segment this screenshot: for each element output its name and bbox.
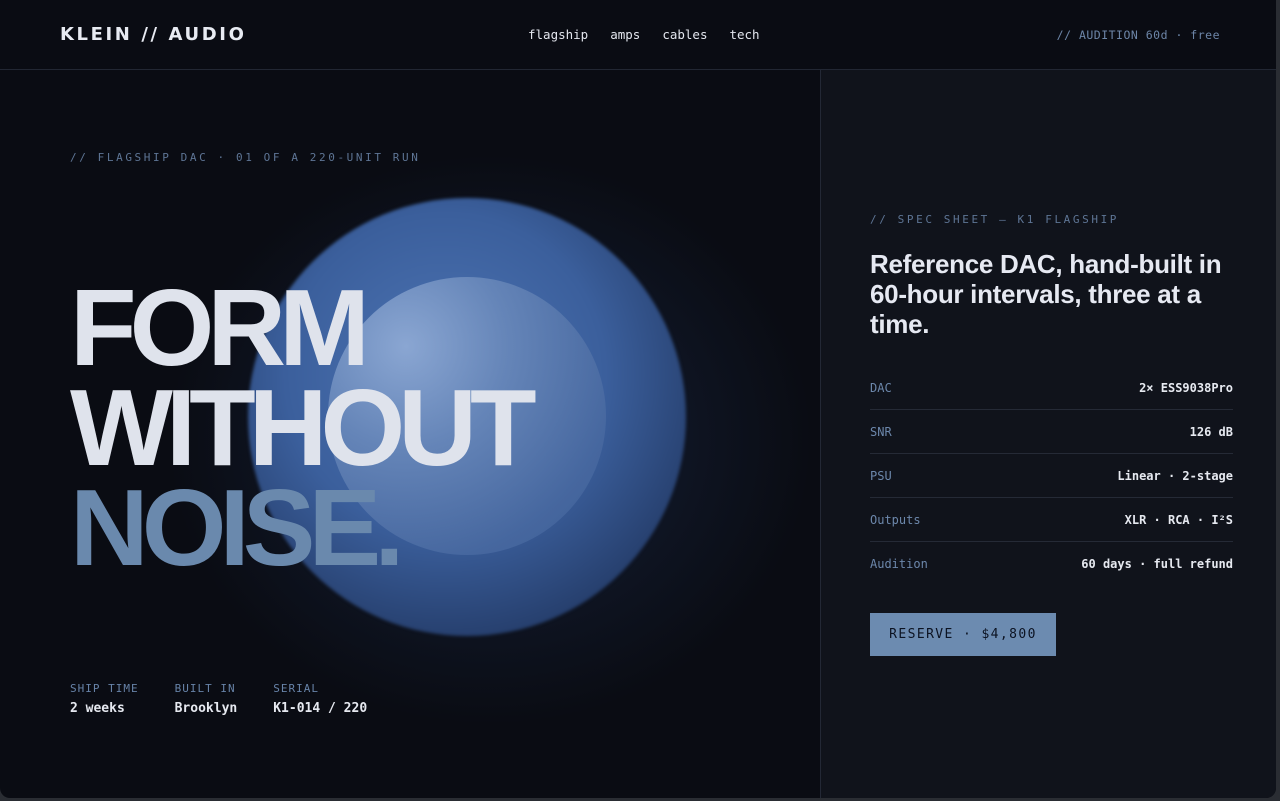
spec-sheet-eyebrow: // SPEC SHEET — K1 FLAGSHIP bbox=[870, 213, 1120, 226]
nav-link-cables[interactable]: cables bbox=[662, 27, 707, 42]
main-nav: flagship amps cables tech bbox=[528, 27, 760, 42]
page-scrollbar[interactable] bbox=[1276, 0, 1280, 801]
hero-eyebrow: // FLAGSHIP DAC · 01 OF A 220-UNIT RUN bbox=[70, 151, 421, 164]
nav-link-tech[interactable]: tech bbox=[729, 27, 759, 42]
spec-key: PSU bbox=[870, 468, 892, 483]
spec-key: Audition bbox=[870, 557, 928, 571]
brand-logo[interactable]: KLEIN // AUDIO bbox=[60, 24, 247, 45]
spec-value: 126 dB bbox=[1189, 424, 1233, 439]
page: KLEIN // AUDIO flagship amps cables tech… bbox=[0, 0, 1276, 798]
spec-sheet-title: Reference DAC, hand-built in 60-hour int… bbox=[870, 249, 1222, 339]
spec-key: SNR bbox=[870, 424, 892, 439]
spec-key: Outputs bbox=[870, 512, 921, 527]
spec-value: XLR · RCA · I²S bbox=[1124, 512, 1233, 527]
nav-link-flagship[interactable]: flagship bbox=[528, 27, 588, 42]
headline-line-2: WITHOUT bbox=[70, 367, 537, 489]
spec-row-snr: SNR 126 dB bbox=[870, 410, 1233, 454]
headline-line-3: NOISE. bbox=[70, 467, 404, 589]
stat-value: Brooklyn bbox=[174, 701, 238, 716]
audition-note: // AUDITION 60d · free bbox=[1056, 28, 1220, 42]
site-header: KLEIN // AUDIO flagship amps cables tech… bbox=[0, 0, 1276, 70]
stat-ship-time: SHIP TIME 2 weeks bbox=[70, 682, 139, 716]
stat-label: BUILT IN bbox=[174, 682, 236, 695]
nav-link-amps[interactable]: amps bbox=[610, 27, 640, 42]
stat-value: 2 weeks bbox=[70, 701, 125, 716]
spec-sheet-panel: // SPEC SHEET — K1 FLAGSHIP Reference DA… bbox=[820, 70, 1276, 798]
headline-line-1: FORM bbox=[70, 267, 370, 389]
spec-key: DAC bbox=[870, 380, 892, 395]
spec-row-dac: DAC 2× ESS9038Pro bbox=[870, 366, 1233, 410]
hero-headline: FORM WITHOUT NOISE. bbox=[70, 267, 537, 589]
stat-serial: SERIAL K1-014 / 220 bbox=[273, 682, 367, 716]
spec-table: DAC 2× ESS9038Pro SNR 126 dB PSU Linear … bbox=[870, 366, 1233, 586]
stat-built-in: BUILT IN Brooklyn bbox=[175, 682, 238, 716]
stat-label: SERIAL bbox=[273, 682, 319, 695]
spec-row-psu: PSU Linear · 2-stage bbox=[870, 454, 1233, 498]
spec-value: 60 days · full refund bbox=[1081, 557, 1233, 571]
spec-row-outputs: Outputs XLR · RCA · I²S bbox=[870, 498, 1233, 542]
spec-value: 2× ESS9038Pro bbox=[1139, 380, 1233, 395]
stat-value: K1-014 / 220 bbox=[273, 701, 368, 716]
stat-label: SHIP TIME bbox=[70, 682, 139, 695]
spec-row-audition: Audition 60 days · full refund bbox=[870, 542, 1233, 586]
spec-value: Linear · 2-stage bbox=[1117, 468, 1233, 483]
hero-section: // FLAGSHIP DAC · 01 OF A 220-UNIT RUN F… bbox=[0, 70, 820, 798]
reserve-button[interactable]: RESERVE · $4,800 bbox=[870, 613, 1056, 656]
hero-stats: SHIP TIME 2 weeks BUILT IN Brooklyn SERI… bbox=[70, 682, 367, 716]
